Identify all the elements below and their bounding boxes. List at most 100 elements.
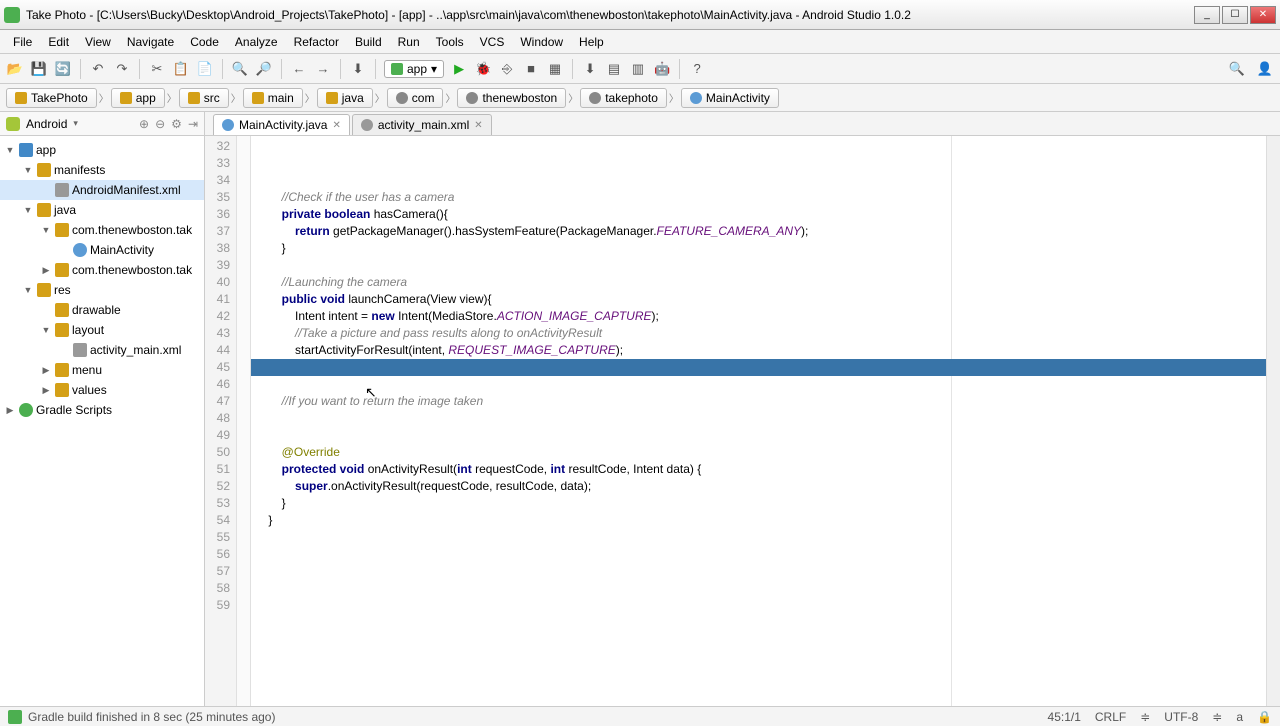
save-icon[interactable]: 💾 xyxy=(30,60,48,78)
window-title: Take Photo - [C:\Users\Bucky\Desktop\And… xyxy=(26,8,1194,22)
tree-item[interactable]: ▶menu xyxy=(0,360,204,380)
sidebar-hide-icon[interactable]: ⇥ xyxy=(188,117,198,131)
line-gutter: 3233343536373839404142434445464748495051… xyxy=(205,136,237,706)
debug-icon[interactable]: 🐞 xyxy=(474,60,492,78)
breadcrumb-com[interactable]: com xyxy=(387,88,444,108)
redo-icon[interactable]: ↷ xyxy=(113,60,131,78)
run-icon[interactable]: ▶ xyxy=(450,60,468,78)
fold-gutter[interactable] xyxy=(237,136,251,706)
menu-help[interactable]: Help xyxy=(572,32,611,52)
scrollbar[interactable] xyxy=(1266,136,1280,706)
code-content[interactable]: //Check if the user has a camera private… xyxy=(251,136,1266,706)
menu-navigate[interactable]: Navigate xyxy=(120,32,181,52)
open-icon[interactable]: 📂 xyxy=(6,60,24,78)
menu-run[interactable]: Run xyxy=(391,32,427,52)
sdk-icon[interactable]: ⬇ xyxy=(581,60,599,78)
breadcrumb-java[interactable]: java xyxy=(317,88,373,108)
tree-item[interactable]: ▼manifests xyxy=(0,160,204,180)
app-icon xyxy=(4,7,20,23)
tree-item[interactable]: ▼com.thenewboston.tak xyxy=(0,220,204,240)
status-message: Gradle build finished in 8 sec (25 minut… xyxy=(28,710,275,724)
editor-tab[interactable]: MainActivity.java✕ xyxy=(213,114,350,135)
tree-item[interactable]: ▼app xyxy=(0,140,204,160)
stop-icon[interactable]: ■ xyxy=(522,60,540,78)
menu-vcs[interactable]: VCS xyxy=(473,32,512,52)
search-everywhere-icon[interactable]: 🔍 xyxy=(1228,60,1246,78)
menu-edit[interactable]: Edit xyxy=(41,32,76,52)
tree-item[interactable]: ▶values xyxy=(0,380,204,400)
breadcrumb-takephoto[interactable]: TakePhoto xyxy=(6,88,97,108)
project-sidebar: Android ▾ ⊕ ⊖ ⚙ ⇥ ▼app▼manifestsAndroidM… xyxy=(0,112,205,706)
ddms-icon[interactable]: ▥ xyxy=(629,60,647,78)
android-view-icon xyxy=(6,117,20,131)
sidebar-title: Android xyxy=(26,117,67,131)
avd-icon[interactable]: ▦ xyxy=(546,60,564,78)
sidebar-gear-icon[interactable]: ⚙ xyxy=(171,117,182,131)
close-tab-icon[interactable]: ✕ xyxy=(474,120,482,131)
code-area[interactable]: 3233343536373839404142434445464748495051… xyxy=(205,136,1280,706)
file-encoding[interactable]: UTF-8 xyxy=(1164,710,1198,724)
run-config-select[interactable]: app▾ xyxy=(384,60,444,78)
status-icon xyxy=(8,710,22,724)
breadcrumb-src[interactable]: src xyxy=(179,88,229,108)
titlebar: Take Photo - [C:\Users\Bucky\Desktop\And… xyxy=(0,0,1280,30)
menu-window[interactable]: Window xyxy=(513,32,570,52)
cut-icon[interactable]: ✂ xyxy=(148,60,166,78)
lock-icon[interactable]: 🔒 xyxy=(1257,710,1272,724)
menu-tools[interactable]: Tools xyxy=(429,32,471,52)
breadcrumb-thenewboston[interactable]: thenewboston xyxy=(457,88,566,108)
breadcrumb: TakePhoto〉app〉src〉main〉java〉com〉thenewbo… xyxy=(0,84,1280,112)
undo-icon[interactable]: ↶ xyxy=(89,60,107,78)
help-icon[interactable]: ? xyxy=(688,60,706,78)
sidebar-expand-icon[interactable]: ⊕ xyxy=(139,117,149,131)
menu-view[interactable]: View xyxy=(78,32,118,52)
maximize-button[interactable]: ☐ xyxy=(1222,6,1248,24)
menu-file[interactable]: File xyxy=(6,32,39,52)
editor-tabs: MainActivity.java✕activity_main.xml✕ xyxy=(205,112,1280,136)
menu-analyze[interactable]: Analyze xyxy=(228,32,285,52)
copy-icon[interactable]: 📋 xyxy=(172,60,190,78)
menubar: FileEditViewNavigateCodeAnalyzeRefactorB… xyxy=(0,30,1280,54)
forward-icon[interactable]: → xyxy=(314,60,332,78)
caret-position[interactable]: 45:1/1 xyxy=(1048,710,1081,724)
tree-item[interactable]: ▼res xyxy=(0,280,204,300)
tree-item[interactable]: MainActivity xyxy=(0,240,204,260)
find-icon[interactable]: 🔍 xyxy=(231,60,249,78)
close-tab-icon[interactable]: ✕ xyxy=(332,120,340,131)
tree-item[interactable]: ▼java xyxy=(0,200,204,220)
tree-item[interactable]: activity_main.xml xyxy=(0,340,204,360)
close-button[interactable]: ✕ xyxy=(1250,6,1276,24)
project-tree[interactable]: ▼app▼manifestsAndroidManifest.xml▼java▼c… xyxy=(0,136,204,706)
tree-item[interactable]: AndroidManifest.xml xyxy=(0,180,204,200)
menu-code[interactable]: Code xyxy=(183,32,226,52)
tree-item[interactable]: ▶Gradle Scripts xyxy=(0,400,204,420)
minimize-button[interactable]: _ xyxy=(1194,6,1220,24)
insert-mode[interactable]: a xyxy=(1236,710,1243,724)
breadcrumb-main[interactable]: main xyxy=(243,88,303,108)
menu-build[interactable]: Build xyxy=(348,32,389,52)
menu-refactor[interactable]: Refactor xyxy=(287,32,346,52)
back-icon[interactable]: ← xyxy=(290,60,308,78)
breadcrumb-mainactivity[interactable]: MainActivity xyxy=(681,88,779,108)
attach-icon[interactable]: ⎆ xyxy=(498,60,516,78)
sidebar-header[interactable]: Android ▾ ⊕ ⊖ ⚙ ⇥ xyxy=(0,112,204,136)
paste-icon[interactable]: 📄 xyxy=(196,60,214,78)
monitor-icon[interactable]: ▤ xyxy=(605,60,623,78)
editor-tab[interactable]: activity_main.xml✕ xyxy=(352,114,492,135)
make-icon[interactable]: ⬇ xyxy=(349,60,367,78)
sync-icon[interactable]: 🔄 xyxy=(54,60,72,78)
replace-icon[interactable]: 🔎 xyxy=(255,60,273,78)
tree-item[interactable]: drawable xyxy=(0,300,204,320)
breadcrumb-takephoto[interactable]: takephoto xyxy=(580,88,667,108)
breadcrumb-app[interactable]: app xyxy=(111,88,165,108)
statusbar: Gradle build finished in 8 sec (25 minut… xyxy=(0,706,1280,726)
mouse-cursor: ↖ xyxy=(365,384,377,401)
tree-item[interactable]: ▼layout xyxy=(0,320,204,340)
tree-item[interactable]: ▶com.thenewboston.tak xyxy=(0,260,204,280)
android-icon[interactable]: 🤖 xyxy=(653,60,671,78)
line-separator[interactable]: CRLF xyxy=(1095,710,1126,724)
editor: MainActivity.java✕activity_main.xml✕ 323… xyxy=(205,112,1280,706)
sidebar-collapse-icon[interactable]: ⊖ xyxy=(155,117,165,131)
toolbar: 📂 💾 🔄 ↶ ↷ ✂ 📋 📄 🔍 🔎 ← → ⬇ app▾ ▶ 🐞 ⎆ ■ ▦… xyxy=(0,54,1280,84)
user-icon[interactable]: 👤 xyxy=(1256,60,1274,78)
